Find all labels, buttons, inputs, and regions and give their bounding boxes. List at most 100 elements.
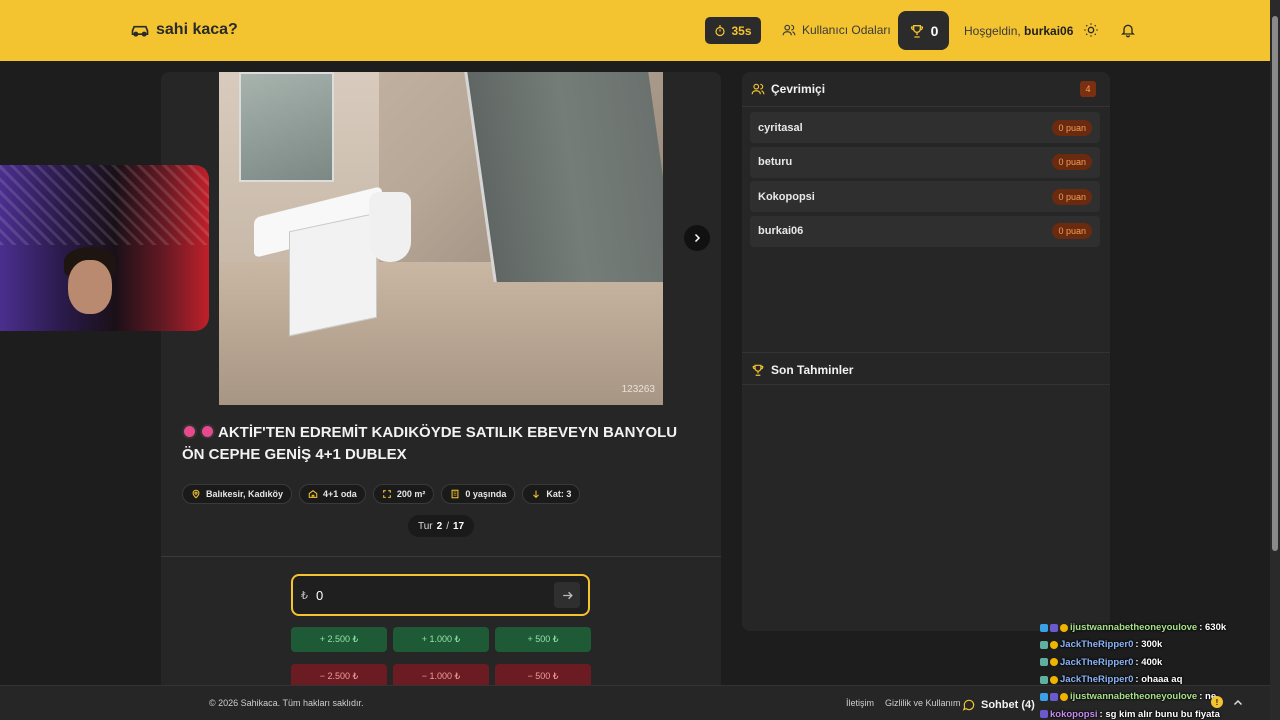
logo[interactable]: sahi kaca? — [130, 20, 238, 40]
users-icon — [782, 24, 796, 36]
score-value: 0 — [930, 22, 939, 39]
pink-circle-icon — [182, 424, 197, 439]
chip-label: 4+1 oda — [323, 489, 357, 499]
increase-buttons: + 2.500 ₺ + 1.000 ₺ + 500 ₺ — [291, 627, 591, 652]
photo-cabinet — [289, 212, 377, 337]
chat-notification-badge: ! — [1211, 696, 1223, 708]
users-icon — [751, 83, 765, 95]
chat-user: JackTheRipper0 — [1060, 674, 1134, 686]
chat-text: : 400k — [1135, 656, 1163, 668]
chat-message: JackTheRipper0 : 400k — [1040, 654, 1270, 671]
welcome-text: Hoşgeldin, burkai06 — [964, 24, 1073, 38]
chip-label: 0 yaşında — [465, 489, 507, 499]
chat-message: ijustwannabetheoneyoulove : ne — [1040, 688, 1270, 705]
list-item[interactable]: cyritasal 0 puan — [750, 112, 1100, 143]
map-pin-icon — [192, 489, 200, 499]
chip-age: 0 yaşında — [441, 484, 516, 504]
car-icon — [131, 25, 149, 37]
list-item[interactable]: burkai06 0 puan — [750, 215, 1100, 247]
online-user-list: cyritasal 0 puan beturu 0 puan Kokopopsi… — [750, 112, 1100, 250]
welcome-username: burkai06 — [1024, 24, 1074, 38]
badge-icon — [1040, 640, 1048, 649]
arrow-right-icon — [562, 591, 573, 599]
round-total: 17 — [452, 520, 465, 532]
building-icon — [451, 489, 459, 499]
panel-divider — [742, 384, 1110, 385]
submit-guess-button[interactable] — [554, 582, 580, 608]
photo-toilet — [369, 192, 411, 262]
trophy-icon — [752, 364, 764, 376]
theme-toggle[interactable] — [1083, 22, 1099, 43]
recent-guesses-header: Son Tahminler — [751, 353, 853, 387]
badge-icon — [1050, 640, 1058, 649]
panel-divider — [742, 106, 1110, 107]
next-photo-button[interactable] — [684, 225, 710, 251]
top-header: sahi kaca? 35s Kullanıcı Odaları 0 Hoşge… — [0, 0, 1270, 61]
guess-input[interactable] — [316, 587, 554, 603]
privacy-link[interactable]: Gizlilik ve Kullanım — [885, 698, 961, 708]
badge-icon — [1050, 692, 1058, 701]
chip-label: 200 m² — [396, 489, 426, 499]
currency-symbol: ₺ — [301, 589, 308, 602]
badge-icon — [1040, 710, 1048, 719]
photo-shower — [464, 72, 663, 282]
badge-icon — [1040, 692, 1048, 701]
side-panel: Çevrimiçi 4 cyritasal 0 puan beturu 0 pu… — [742, 72, 1110, 631]
chevron-right-icon — [694, 233, 701, 243]
listing-chips: Balıkesir, Kadıköy 4+1 oda 200 m² 0 yaşı… — [182, 484, 581, 504]
listing-title: AKTİF'TEN EDREMİT KADIKÖYDE SATILIK EBEV… — [182, 422, 702, 466]
sun-icon — [1084, 23, 1098, 37]
badge-icon — [1040, 623, 1048, 632]
chat-user: JackTheRipper0 — [1060, 656, 1134, 668]
listing-card: 123263 AKTİF'TEN EDREMİT KADIKÖYDE SATIL… — [161, 72, 721, 702]
chip-floor: Kat: 3 — [522, 484, 581, 504]
chip-label: Kat: 3 — [546, 489, 572, 499]
scrollbar-thumb[interactable] — [1272, 16, 1278, 551]
photo-mirror — [239, 72, 334, 182]
list-item[interactable]: Kokopopsi 0 puan — [750, 181, 1100, 212]
chat-label: Sohbet (4) — [981, 698, 1035, 711]
timer-value: 35s — [731, 23, 752, 38]
leaderboard-button[interactable]: 0 — [898, 11, 949, 50]
chat-user: ijustwannabetheoneyoulove — [1070, 622, 1198, 634]
photo-floor — [219, 262, 663, 405]
logo-text: sahi kaca? — [156, 21, 238, 38]
badge-icon — [1060, 692, 1068, 701]
notifications-button[interactable] — [1120, 22, 1136, 43]
trophy-icon — [910, 24, 923, 38]
round-label: Tur — [418, 520, 433, 532]
add-2500-button[interactable]: + 2.500 ₺ — [291, 627, 387, 652]
badge-icon — [1050, 623, 1058, 632]
add-500-button[interactable]: + 500 ₺ — [495, 627, 591, 652]
contact-link[interactable]: İletişim — [846, 698, 874, 708]
user-name: cyritasal — [758, 121, 803, 134]
user-rooms-label: Kullanıcı Odaları — [802, 23, 891, 37]
user-name: Kokopopsi — [758, 190, 815, 203]
home-icon — [308, 490, 318, 498]
streamer-webcam — [0, 165, 209, 331]
webcam-backdrop — [0, 165, 209, 245]
listing-title-text: AKTİF'TEN EDREMİT KADIKÖYDE SATILIK EBEV… — [182, 424, 678, 463]
list-item[interactable]: beturu 0 puan — [750, 146, 1100, 178]
chat-message: JackTheRipper0 : 300k — [1040, 636, 1270, 653]
online-header: Çevrimiçi — [751, 72, 825, 106]
chat-user: JackTheRipper0 — [1060, 639, 1134, 651]
add-1000-button[interactable]: + 1.000 ₺ — [393, 627, 489, 652]
page-scrollbar[interactable] — [1270, 0, 1280, 720]
pink-circle-icon — [200, 424, 215, 439]
user-points: 0 puan — [1052, 188, 1092, 205]
chip-label: Balıkesir, Kadıköy — [206, 489, 284, 499]
chat-message: ijustwannabetheoneyoulove : 630k — [1040, 619, 1270, 636]
badge-icon — [1050, 658, 1058, 667]
user-rooms-link[interactable]: Kullanıcı Odaları — [782, 23, 891, 37]
listing-photo[interactable]: 123263 — [219, 72, 663, 405]
online-count-badge: 4 — [1080, 81, 1096, 97]
badge-icon — [1050, 675, 1058, 684]
chip-rooms: 4+1 oda — [299, 484, 366, 504]
chat-message: kokopopsi : sg kim alır bunu bu fiyata — [1040, 705, 1270, 720]
recent-guesses-title: Son Tahminler — [771, 363, 854, 377]
chat-text: : 300k — [1135, 639, 1163, 651]
round-current: 2 — [436, 520, 443, 532]
bell-icon — [1121, 24, 1135, 38]
area-icon — [382, 490, 391, 498]
